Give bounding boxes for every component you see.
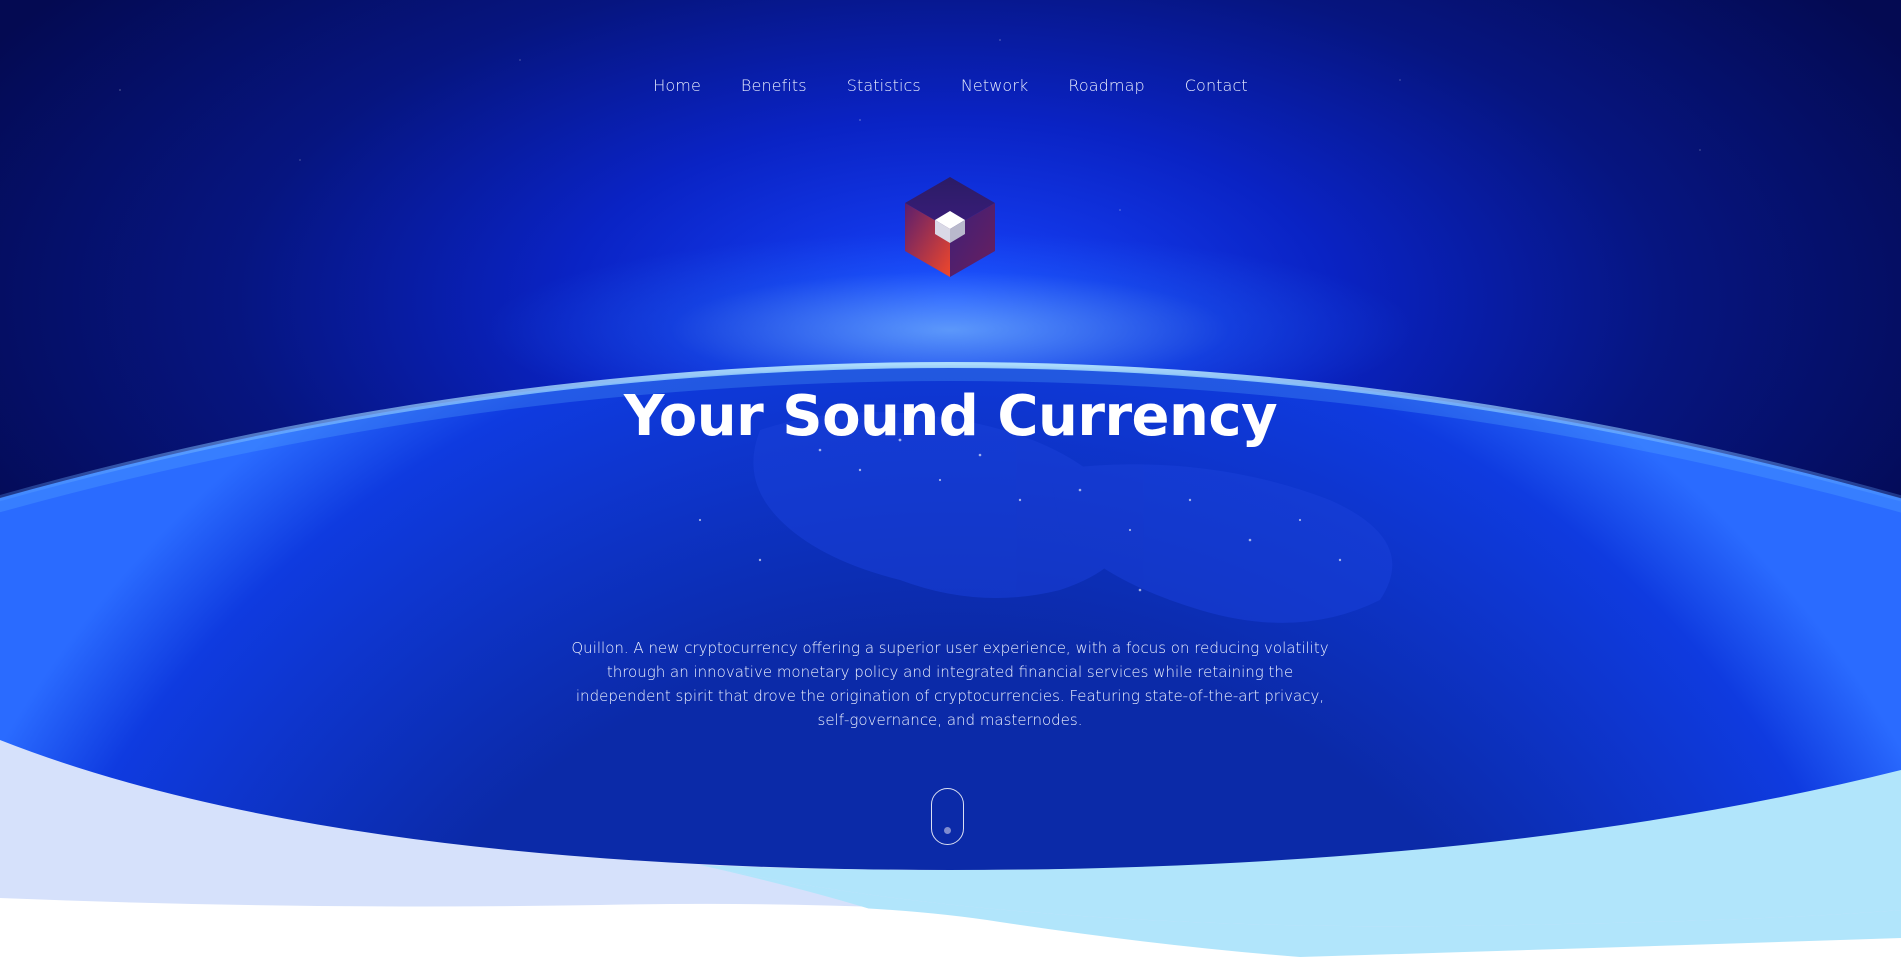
- hero-section: Home Benefits Statistics Network Roadmap…: [0, 0, 1901, 957]
- scroll-down-mouse-icon[interactable]: [931, 788, 964, 845]
- nav-item-benefits[interactable]: Benefits: [741, 76, 807, 95]
- nav-item-statistics[interactable]: Statistics: [847, 76, 921, 95]
- quillon-cube-logo-icon[interactable]: [903, 175, 997, 279]
- nav-item-contact[interactable]: Contact: [1185, 76, 1248, 95]
- nav-item-home[interactable]: Home: [653, 76, 701, 95]
- nav-item-roadmap[interactable]: Roadmap: [1068, 76, 1144, 95]
- hero-headline: Your Sound Currency: [623, 384, 1278, 449]
- main-navigation: Home Benefits Statistics Network Roadmap…: [0, 76, 1901, 95]
- scroll-wheel-dot: [944, 827, 951, 834]
- nav-item-network[interactable]: Network: [961, 76, 1029, 95]
